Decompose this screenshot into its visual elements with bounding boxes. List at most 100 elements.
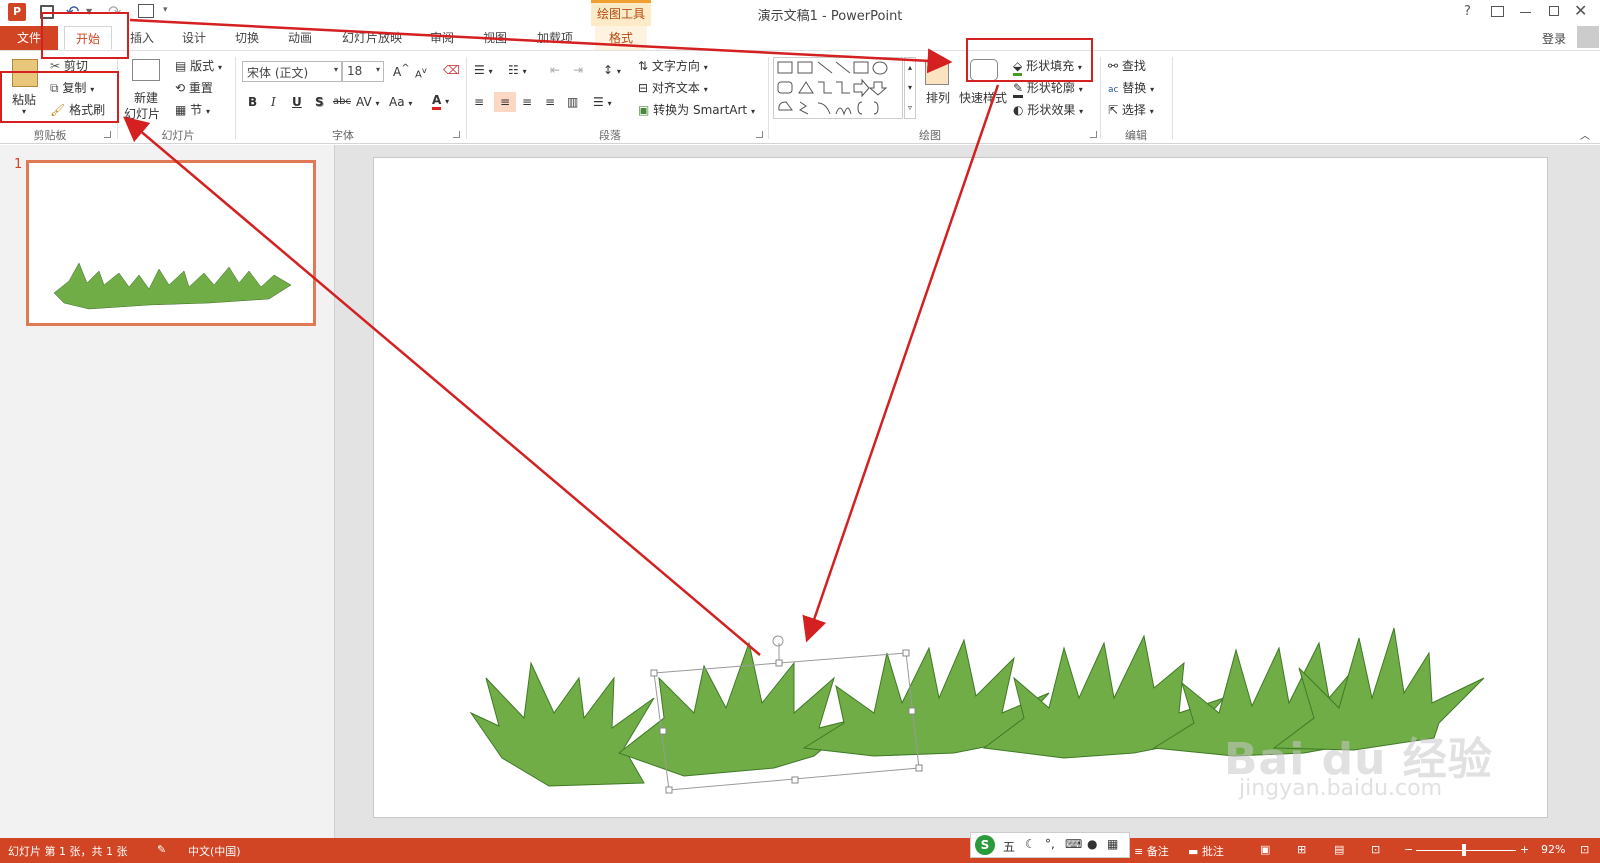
ribbon-display-options-icon[interactable] bbox=[1491, 6, 1504, 17]
align-center-icon[interactable]: ≡ bbox=[494, 92, 516, 112]
align-right-icon[interactable]: ≡ bbox=[522, 95, 532, 109]
text-direction-button[interactable]: ⇅ 文字方向 ▾ bbox=[638, 57, 708, 74]
keyboard-icon[interactable]: ⌨ bbox=[1065, 837, 1082, 851]
minimize-button[interactable] bbox=[1520, 12, 1531, 13]
sign-in-link[interactable]: 登录 bbox=[1542, 30, 1566, 47]
select-button[interactable]: ⇱ 选择 ▾ bbox=[1108, 101, 1154, 118]
justify-icon[interactable]: ≡ bbox=[545, 95, 555, 109]
reset-button[interactable]: ⟲ 重置 bbox=[175, 79, 213, 96]
tab-view[interactable]: 视图 bbox=[471, 26, 519, 50]
numbering-icon[interactable]: ☷ ▾ bbox=[508, 63, 527, 77]
tab-home[interactable]: 开始 bbox=[64, 26, 112, 50]
language-indicator[interactable]: 中文(中国) bbox=[188, 843, 241, 859]
fit-to-window-icon[interactable]: ⊡ bbox=[1580, 843, 1589, 856]
undo-dropdown-icon[interactable]: ▼ bbox=[86, 7, 92, 16]
shapes-gallery[interactable] bbox=[773, 57, 903, 119]
paste-button[interactable]: 粘贴 bbox=[12, 91, 36, 108]
quick-styles-button[interactable]: 快速样式 bbox=[959, 89, 1007, 106]
paragraph-border-icon[interactable]: ☰ ▾ bbox=[593, 95, 612, 109]
ime-toolbar[interactable]: S 五 ☾ °, ⌨ ● ▦ bbox=[970, 832, 1130, 858]
shadow-button[interactable]: S bbox=[315, 95, 324, 109]
bullets-icon[interactable]: ☰ ▾ bbox=[474, 63, 493, 77]
comments-button[interactable]: ▬ 批注 bbox=[1188, 843, 1224, 859]
restore-button[interactable] bbox=[1549, 6, 1559, 16]
collapse-ribbon-icon[interactable]: ︿ bbox=[1580, 127, 1590, 142]
grow-font-icon[interactable]: A^ bbox=[393, 63, 410, 79]
new-slide-button[interactable]: 新建 bbox=[134, 89, 158, 106]
italic-button[interactable]: I bbox=[271, 95, 276, 109]
quick-styles-icon[interactable] bbox=[970, 59, 998, 81]
strikethrough-button[interactable]: abc bbox=[333, 96, 351, 107]
replace-button[interactable]: ac 替换 ▾ bbox=[1108, 79, 1154, 96]
tab-transitions[interactable]: 切换 bbox=[223, 26, 271, 50]
format-painter-button[interactable]: 🖌 格式刷 bbox=[50, 101, 105, 118]
tab-addins[interactable]: 加载项 bbox=[528, 26, 582, 50]
character-spacing-button[interactable]: AV ▾ bbox=[356, 95, 380, 109]
paste-dropdown-icon[interactable]: ▾ bbox=[22, 107, 26, 116]
tab-format[interactable]: 格式 bbox=[595, 26, 647, 50]
font-launcher-icon[interactable] bbox=[453, 131, 460, 138]
underline-button[interactable]: U bbox=[292, 95, 302, 109]
find-button[interactable]: ⚯ 查找 bbox=[1108, 57, 1146, 74]
tab-review[interactable]: 审阅 bbox=[418, 26, 466, 50]
font-color-button[interactable]: A ▾ bbox=[432, 93, 449, 110]
smartart-button[interactable]: ▣ 转换为 SmartArt ▾ bbox=[638, 101, 755, 118]
zoom-out-button[interactable]: − bbox=[1404, 843, 1413, 856]
slideshow-start-icon[interactable] bbox=[138, 4, 154, 18]
shape-effects-button[interactable]: ◐ 形状效果 ▾ bbox=[1013, 101, 1083, 118]
font-size-select[interactable]: 18 ▾ bbox=[342, 61, 384, 82]
slideshow-view-icon[interactable]: ⊡ bbox=[1371, 843, 1380, 856]
normal-view-icon[interactable]: ▣ bbox=[1260, 843, 1270, 856]
paragraph-launcher-icon[interactable] bbox=[756, 131, 763, 138]
align-left-icon[interactable]: ≡ bbox=[474, 95, 484, 109]
columns-icon[interactable]: ▥ bbox=[567, 95, 578, 109]
clear-format-icon[interactable]: ⌫ bbox=[443, 63, 460, 77]
clipboard-launcher-icon[interactable] bbox=[104, 131, 111, 138]
zoom-slider-thumb[interactable] bbox=[1462, 844, 1466, 856]
help-button[interactable]: ? bbox=[1464, 4, 1471, 19]
spell-check-icon[interactable]: ✎ bbox=[157, 843, 166, 856]
save-icon[interactable] bbox=[40, 5, 54, 19]
user-icon[interactable]: ● bbox=[1087, 837, 1097, 851]
line-spacing-icon[interactable]: ↕ ▾ bbox=[603, 63, 621, 77]
slide-sorter-icon[interactable]: ⊞ bbox=[1297, 843, 1306, 856]
redo-icon[interactable]: ↷ bbox=[108, 2, 121, 21]
customize-qat-icon[interactable]: ▾ bbox=[163, 5, 168, 15]
tab-slideshow[interactable]: 幻灯片放映 bbox=[334, 26, 410, 50]
bold-button[interactable]: B bbox=[248, 95, 257, 109]
paste-icon[interactable] bbox=[12, 59, 38, 87]
grass-clump[interactable] bbox=[617, 641, 860, 777]
section-button[interactable]: ▦ 节 ▾ bbox=[175, 101, 210, 118]
shrink-font-icon[interactable]: Av bbox=[415, 65, 427, 80]
slide-thumbnail-pane[interactable]: 1 bbox=[0, 145, 335, 838]
punctuation-icon[interactable]: °, bbox=[1045, 837, 1055, 851]
font-name-select[interactable]: 宋体 (正文) ▾ bbox=[242, 61, 342, 82]
ime-mode[interactable]: 五 bbox=[1003, 838, 1015, 855]
slide-thumbnail[interactable] bbox=[26, 160, 316, 326]
cut-button[interactable]: ✂ 剪切 bbox=[50, 57, 88, 74]
user-avatar[interactable] bbox=[1577, 26, 1599, 48]
undo-icon[interactable]: ↶ bbox=[66, 2, 79, 21]
copy-button[interactable]: ⧉ 复制 ▾ bbox=[50, 79, 94, 96]
new-slide-button-line2[interactable]: 幻灯片 bbox=[124, 105, 160, 122]
close-button[interactable]: ✕ bbox=[1574, 1, 1587, 20]
decrease-indent-icon[interactable]: ⇤ bbox=[550, 63, 560, 77]
tab-insert[interactable]: 插入 bbox=[118, 26, 166, 50]
shape-fill-button[interactable]: ⬙ 形状填充 ▾ bbox=[1013, 57, 1082, 76]
change-case-button[interactable]: Aa ▾ bbox=[389, 95, 412, 109]
shapes-gallery-scroll[interactable]: ▴ ▾ ▿ bbox=[904, 57, 916, 119]
tab-file[interactable]: 文件 bbox=[0, 26, 58, 50]
reading-view-icon[interactable]: ▤ bbox=[1334, 843, 1344, 856]
increase-indent-icon[interactable]: ⇥ bbox=[573, 63, 583, 77]
grass-clump[interactable] bbox=[469, 661, 655, 787]
notes-button[interactable]: ≡ 备注 bbox=[1134, 843, 1169, 859]
layout-button[interactable]: ▤ 版式 ▾ bbox=[175, 57, 222, 74]
grass-shapes[interactable] bbox=[374, 158, 1549, 819]
shape-outline-button[interactable]: ✎ 形状轮廓 ▾ bbox=[1013, 79, 1083, 98]
zoom-in-button[interactable]: + bbox=[1520, 843, 1529, 856]
grid-icon[interactable]: ▦ bbox=[1107, 837, 1118, 851]
zoom-level[interactable]: 92% bbox=[1541, 843, 1565, 856]
tab-animations[interactable]: 动画 bbox=[276, 26, 324, 50]
tab-design[interactable]: 设计 bbox=[170, 26, 218, 50]
zoom-slider[interactable] bbox=[1416, 850, 1516, 851]
